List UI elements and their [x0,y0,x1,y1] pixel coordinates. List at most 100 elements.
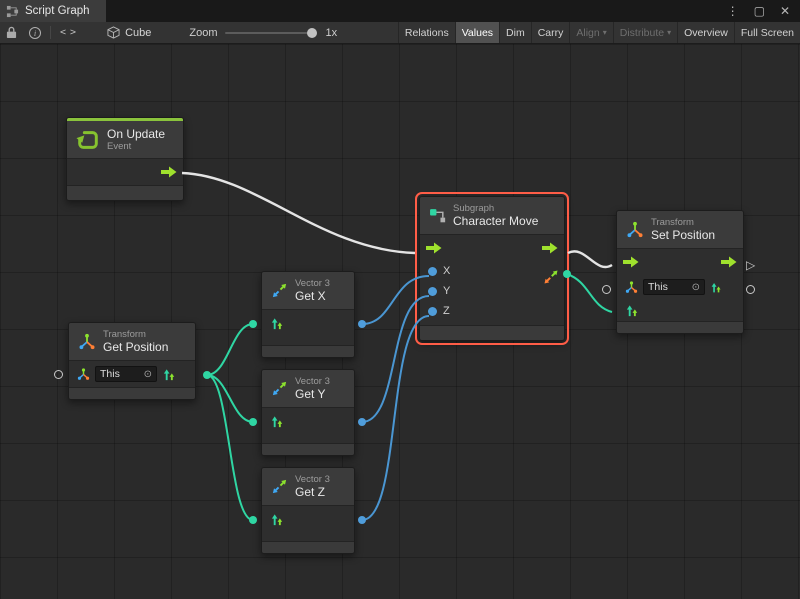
node-get-z[interactable]: Vector 3 Get Z [261,467,355,554]
input-port-z[interactable] [428,307,437,316]
get-x-input-port[interactable] [249,320,257,328]
get-z-input-port[interactable] [249,516,257,524]
node-get-y[interactable]: Vector 3 Get Y [261,369,355,456]
transform-icon [626,221,644,239]
carry-button[interactable]: Carry [531,22,570,43]
update-loop-icon [76,128,100,152]
target-object-field[interactable]: This ⊙ [643,279,705,295]
offscreen-value-port[interactable] [746,285,755,294]
node-footer [67,185,183,200]
node-title: Get Z [295,485,330,499]
node-category: Transform [103,329,168,340]
port-label-y: Y [443,285,450,297]
relations-button[interactable]: Relations [398,22,455,43]
transform-mini-icon [77,368,90,381]
node-subtitle: Event [107,141,165,152]
fullscreen-button[interactable]: Full Screen [734,22,800,43]
get-y-input-port[interactable] [249,418,257,426]
object-picker-icon[interactable]: ⊙ [692,282,700,293]
chevron-down-icon: ▾ [667,28,671,37]
object-picker-icon[interactable]: ⊙ [144,369,152,380]
vector-value-icon [270,414,285,429]
node-title: Character Move [453,214,538,228]
info-icon[interactable]: i [23,22,47,43]
node-footer [69,387,195,399]
zoom-slider-handle[interactable] [307,28,317,38]
vector-value-icon [710,281,723,294]
flow-in-port[interactable] [426,242,442,254]
vector3-icon [271,478,288,495]
get-position-target-port[interactable] [54,370,63,379]
graph-canvas[interactable]: On Update Event [0,44,800,599]
node-footer [262,541,354,553]
node-footer [617,321,743,333]
node-category: Vector 3 [295,278,330,289]
node-title: Get Position [103,340,168,354]
input-port-y[interactable] [428,287,437,296]
window-controls: ⋮ ▢ ✕ [727,0,800,22]
node-category: Vector 3 [295,474,330,485]
toolbar-buttons: Relations Values Dim Carry Align ▾ Distr… [398,22,800,43]
node-on-update[interactable]: On Update Event [66,117,184,201]
node-title: Get Y [295,387,330,401]
zoom-value: 1x [325,27,337,39]
port-label-z: Z [443,305,450,317]
vector-out-icon[interactable] [543,269,559,285]
flow-out-port[interactable] [721,256,737,268]
input-port-x[interactable] [428,267,437,276]
get-position-output-port[interactable] [203,371,211,379]
vector-value-icon [270,316,285,331]
get-x-output-port[interactable] [358,320,366,328]
node-title: On Update [107,127,165,141]
graph-target-label: Cube [125,27,151,39]
node-category: Vector 3 [295,376,330,387]
tab-script-graph[interactable]: Script Graph [0,0,106,22]
tab-bar: Script Graph ⋮ ▢ ✕ [0,0,800,22]
kebab-menu-icon[interactable]: ⋮ [727,4,739,18]
wire-getz-to-z [362,316,429,520]
offscreen-flow-port[interactable]: ▷ [746,259,755,271]
node-footer [262,443,354,455]
get-y-output-port[interactable] [358,418,366,426]
code-preview-icon[interactable]: < > [54,22,81,43]
unity-script-graph-window: Script Graph ⋮ ▢ ✕ i < > Cube Z [0,0,800,599]
node-get-position[interactable]: Transform Get Position [68,322,196,400]
zoom-slider[interactable] [225,32,317,34]
flow-in-port[interactable] [623,256,639,268]
vector-value-icon [270,512,285,527]
toolbar-separator [50,26,51,39]
wire-charactermove-to-setposition [568,251,612,267]
vector3-icon [271,282,288,299]
zoom-control: Zoom 1x [189,27,337,39]
flow-out-port[interactable] [542,242,558,254]
lock-icon[interactable] [0,22,23,43]
dim-button[interactable]: Dim [499,22,531,43]
wire-getposition-to-getz [207,375,253,520]
chevron-down-icon: ▾ [603,28,607,37]
close-icon[interactable]: ✕ [780,4,790,18]
wire-getposition-to-gety [207,375,253,422]
zoom-label: Zoom [189,27,217,39]
target-object-field[interactable]: This ⊙ [95,366,157,382]
position-value-icon[interactable] [625,303,640,318]
port-label-x: X [443,265,450,277]
values-button[interactable]: Values [455,22,499,43]
graph-target[interactable]: Cube [107,26,151,39]
vector-value-icon [162,367,177,382]
maximize-icon[interactable]: ▢ [754,4,765,18]
set-position-target-port[interactable] [602,285,611,294]
flow-out-port[interactable] [161,166,177,178]
graph-toolbar: i < > Cube Zoom 1x Relations Values Dim … [0,22,800,44]
transform-mini-icon [625,281,638,294]
distribute-button[interactable]: Distribute ▾ [613,22,677,43]
node-character-move[interactable]: Subgraph Character Move [419,196,565,341]
node-footer [262,345,354,357]
node-title: Set Position [651,228,715,242]
get-z-output-port[interactable] [358,516,366,524]
script-graph-icon [6,5,19,18]
node-set-position[interactable]: Transform Set Position [616,210,744,334]
align-button[interactable]: Align ▾ [569,22,612,43]
node-title: Get X [295,289,330,303]
node-get-x[interactable]: Vector 3 Get X [261,271,355,358]
overview-button[interactable]: Overview [677,22,734,43]
